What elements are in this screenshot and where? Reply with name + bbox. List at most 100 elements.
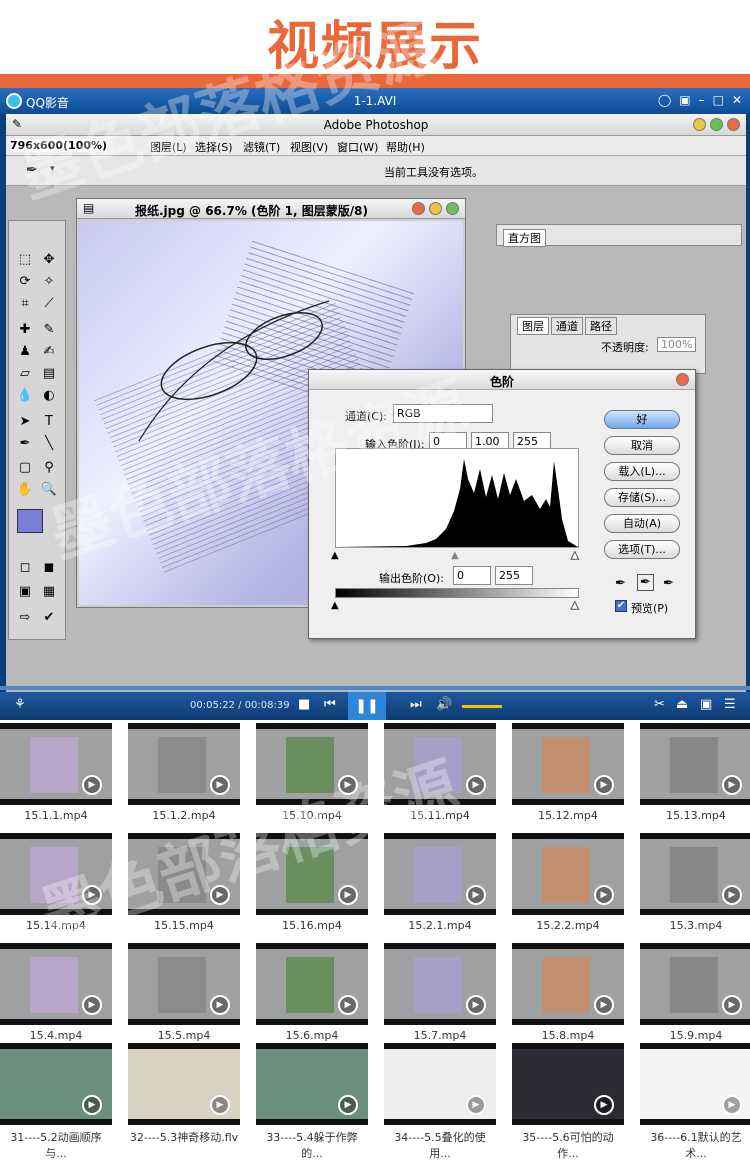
chevron-down-icon[interactable]: ▾ [50,164,55,174]
save-button[interactable]: 存储(S)... [604,488,680,507]
auto-button[interactable]: 自动(A) [604,514,680,533]
play-icon[interactable]: ▶ [210,885,230,905]
video-thumbnail[interactable]: ▶ 32----5.3神奇移动.flv [128,1043,240,1153]
play-icon[interactable]: ▶ [82,885,102,905]
video-thumbnail[interactable]: ▶ 15.3.mp4 [640,833,750,943]
chat-icon[interactable]: ◯ [658,93,671,107]
preview-checkbox[interactable]: ✔ [615,600,627,612]
eraser-icon[interactable]: ▱ [15,365,35,383]
play-icon[interactable]: ▶ [594,885,614,905]
gamma-input-slider[interactable]: ▲ [451,550,459,561]
type-icon[interactable]: T [39,413,59,431]
slice-icon[interactable]: ⟋ [39,295,59,313]
doc-close-dot-icon[interactable] [412,202,425,215]
levels-close-icon[interactable] [676,373,689,386]
video-thumbnail[interactable]: ▶ 15.9.mp4 [640,943,750,1053]
white-output-slider[interactable]: ▲ [571,600,580,612]
gradient-icon[interactable]: ▤ [39,365,59,383]
play-icon[interactable]: ▶ [466,1095,486,1115]
video-thumbnail[interactable]: ▶ 15.15.mp4 [128,833,240,943]
video-thumbnail[interactable]: ▶ 15.12.mp4 [512,723,624,833]
gray-eyedropper-icon[interactable]: ✒ [637,574,654,591]
video-thumbnail[interactable]: ▶ 15.16.mp4 [256,833,368,943]
screen-full-icon[interactable]: ▦ [39,583,59,601]
ok-button[interactable]: 好 [604,410,680,429]
stop-icon[interactable]: ■ [298,697,310,712]
video-thumbnail[interactable]: ▶ 15.5.mp4 [128,943,240,1053]
pen-tool-icon[interactable]: ✒ [15,435,35,453]
load-button[interactable]: 载入(L)... [604,462,680,481]
standard-mode-icon[interactable]: ◻ [15,559,35,577]
pause-button[interactable]: ❚❚ [348,692,386,720]
doc-zoom-dot-icon[interactable] [446,202,459,215]
footprint-icon[interactable]: ⚘ [14,697,26,712]
play-icon[interactable]: ▶ [466,885,486,905]
close-dot-icon[interactable] [727,118,740,131]
video-thumbnail[interactable]: ▶ 35----5.6可怕的动作... [512,1043,624,1160]
close-button[interactable]: ✕ [732,93,742,107]
tab-channels[interactable]: 通道 [551,317,583,335]
play-icon[interactable]: ▶ [82,775,102,795]
screen-mode-icon[interactable]: ▣ [15,583,35,601]
play-icon[interactable]: ▶ [338,885,358,905]
volume-slider[interactable] [462,705,502,708]
cancel-button[interactable]: 取消 [604,436,680,455]
tab-layers[interactable]: 图层 [517,317,549,335]
skin-icon[interactable]: ▣ [679,93,690,107]
notes-icon[interactable]: ▢ [15,459,35,477]
minimize-dot-icon[interactable] [693,118,706,131]
doc-minimize-dot-icon[interactable] [429,202,442,215]
black-output-slider[interactable]: ▲ [331,600,339,611]
black-eyedropper-icon[interactable]: ✒ [615,576,626,591]
menu-help[interactable]: 帮助(H) [386,139,425,155]
tab-paths[interactable]: 路径 [585,317,617,335]
play-icon[interactable]: ▶ [466,775,486,795]
play-icon[interactable]: ▶ [594,775,614,795]
play-icon[interactable]: ▶ [82,995,102,1015]
lasso-icon[interactable]: ⟳ [15,273,35,291]
video-thumbnail[interactable]: ▶ 31----5.2动画顺序与... [0,1043,112,1160]
video-thumbnail[interactable]: ▶ 15.1.2.mp4 [128,723,240,833]
menu-view[interactable]: 视图(V) [290,139,328,155]
play-icon[interactable]: ▶ [210,995,230,1015]
edit-icon[interactable]: ✔ [39,609,59,627]
options-button[interactable]: 选项(T)... [604,540,680,559]
line-icon[interactable]: ╲ [39,435,59,453]
video-thumbnail[interactable]: ▶ 36----6.1默认的艺术... [640,1043,750,1160]
stamp-icon[interactable]: ♟ [15,343,35,361]
video-progress-bar[interactable] [0,686,750,690]
crop-icon[interactable]: ⌗ [15,295,35,313]
blur-icon[interactable]: 💧 [15,387,35,405]
move-icon[interactable]: ✥ [39,251,59,269]
healing-icon[interactable]: ✚ [15,321,35,339]
video-thumbnail[interactable]: ▶ 15.14.mp4 [0,833,112,943]
play-icon[interactable]: ▶ [594,995,614,1015]
black-input-slider[interactable]: ▲ [331,550,339,561]
volume-icon[interactable]: 🔊 [436,697,452,712]
menu-select[interactable]: 选择(S) [195,139,233,155]
path-select-icon[interactable]: ➤ [15,413,35,431]
play-icon[interactable]: ▶ [466,995,486,1015]
play-icon[interactable]: ▶ [722,885,742,905]
video-thumbnail[interactable]: ▶ 15.2.2.mp4 [512,833,624,943]
playlist-icon[interactable]: ▣ [700,697,712,712]
channel-select[interactable]: RGB [393,404,493,423]
next-icon[interactable]: ⏭ [410,697,422,712]
video-thumbnail[interactable]: ▶ 15.4.mp4 [0,943,112,1053]
marquee-icon[interactable]: ⬚ [15,251,35,269]
dodge-icon[interactable]: ◐ [39,387,59,405]
play-icon[interactable]: ▶ [338,995,358,1015]
video-thumbnail[interactable]: ▶ 15.10.mp4 [256,723,368,833]
play-icon[interactable]: ▶ [210,1095,230,1115]
opacity-field[interactable]: 100% [657,337,697,352]
play-icon[interactable]: ▶ [722,995,742,1015]
magic-wand-icon[interactable]: ✧ [39,273,59,291]
histogram-tab[interactable]: 直方图 [503,229,546,247]
tools-icon[interactable]: ✂ [654,697,665,712]
video-thumbnail[interactable]: ▶ 15.7.mp4 [384,943,496,1053]
minimize-button[interactable]: – [699,93,705,107]
menu-list-icon[interactable]: ☰ [724,697,736,712]
eyedropper-tool-icon[interactable]: ✒ [26,162,38,178]
eyedropper-icon[interactable]: ⚲ [39,459,59,477]
video-thumbnail[interactable]: ▶ 15.8.mp4 [512,943,624,1053]
